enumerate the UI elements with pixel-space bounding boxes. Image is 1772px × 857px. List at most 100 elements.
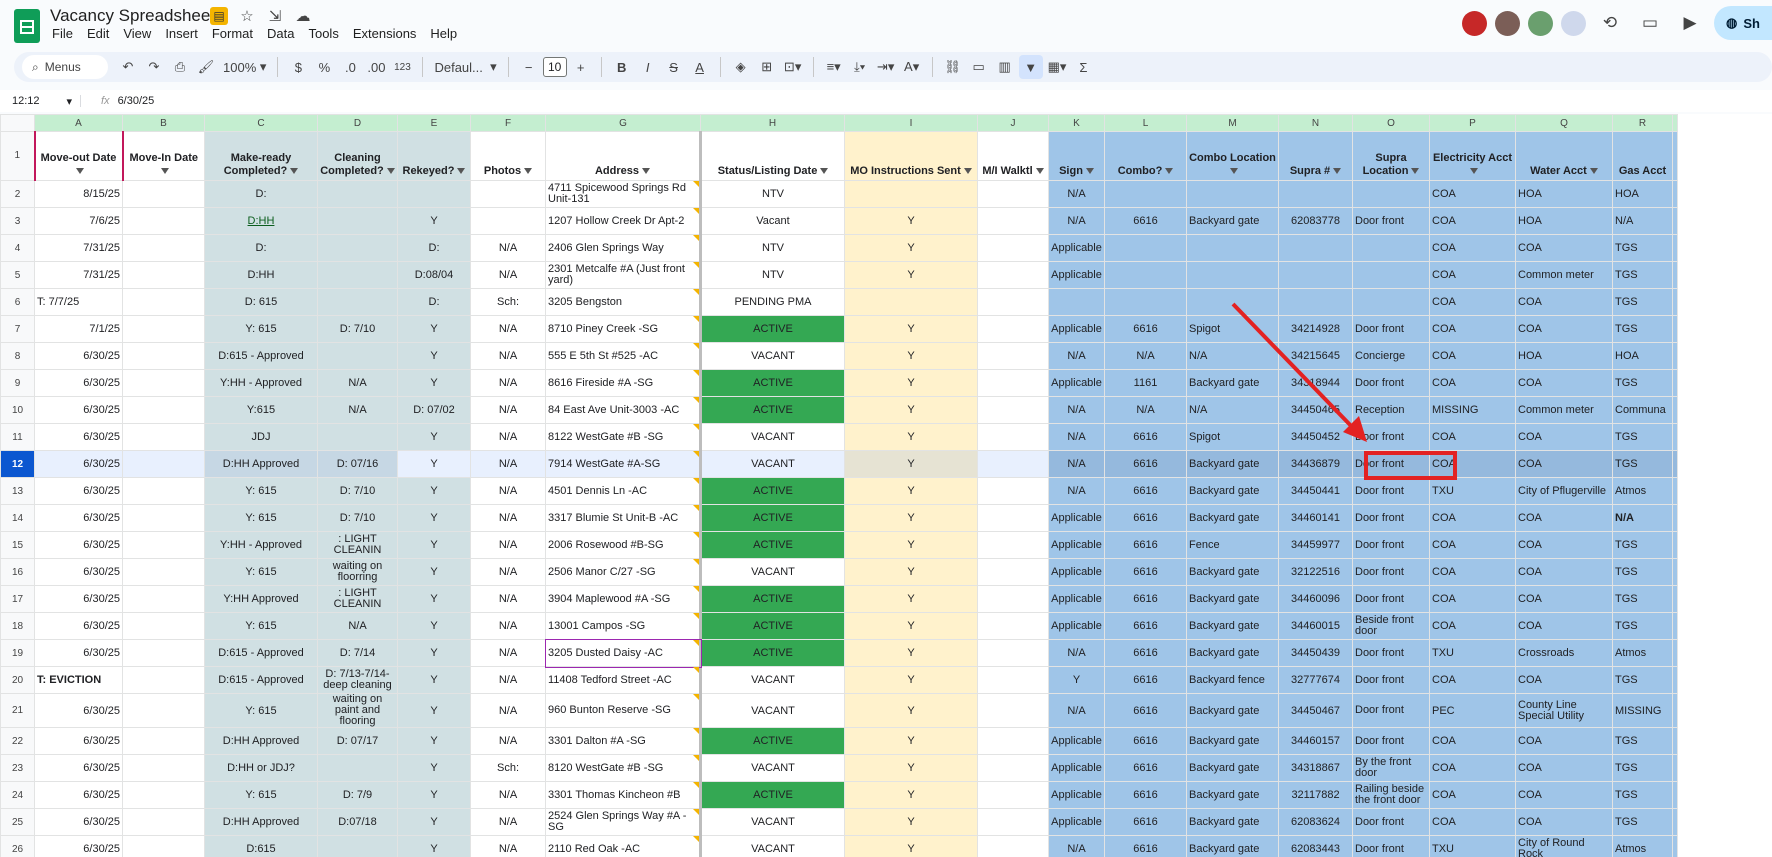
cell-p[interactable]: PEC — [1429, 693, 1516, 728]
insert-link-icon[interactable]: ⛓ — [941, 55, 965, 79]
cell-c[interactable]: Y: 615 — [204, 315, 318, 343]
cell-e[interactable]: Y — [397, 639, 471, 667]
cell-p[interactable]: COA — [1429, 423, 1516, 451]
cell-b[interactable] — [122, 727, 205, 755]
cell-h[interactable]: Vacant — [699, 207, 845, 235]
cell-p[interactable]: COA — [1429, 781, 1516, 809]
cell-o[interactable]: Door front — [1352, 207, 1430, 235]
vertical-align-icon[interactable]: ⤓▾ — [848, 55, 872, 79]
cell-b[interactable] — [122, 450, 205, 478]
cell-q[interactable]: COA — [1515, 531, 1613, 559]
cell-l[interactable]: 6616 — [1104, 207, 1187, 235]
cell-q[interactable]: Crossroads — [1515, 639, 1613, 667]
cell-l[interactable] — [1104, 288, 1187, 316]
percent-button[interactable]: % — [312, 55, 336, 79]
cell-m[interactable]: Backyard gate — [1186, 727, 1279, 755]
cell-overflow[interactable] — [1672, 808, 1678, 836]
cell-overflow[interactable] — [1672, 207, 1678, 235]
row-number[interactable]: 5 — [0, 261, 35, 289]
cell-j[interactable] — [977, 477, 1049, 505]
filter-icon[interactable] — [963, 168, 972, 175]
cell-h[interactable]: ACTIVE — [699, 315, 845, 343]
cell-k[interactable]: N/A — [1048, 477, 1105, 505]
cell-e[interactable]: Y — [397, 423, 471, 451]
row-number[interactable]: 4 — [0, 234, 35, 262]
cell-h[interactable]: VACANT — [699, 808, 845, 836]
cell-a[interactable]: 6/30/25 — [34, 477, 123, 505]
cell-i[interactable] — [844, 288, 978, 316]
cell-l[interactable]: 6616 — [1104, 835, 1187, 857]
cell-g[interactable]: 3904 Maplewood #A -SG — [545, 585, 701, 613]
header-cell[interactable]: Make-ready Completed? — [204, 131, 318, 181]
cell-c[interactable]: D:HH Approved — [204, 808, 318, 836]
cell-c[interactable]: D:615 - Approved — [204, 666, 318, 694]
menu-file[interactable]: File — [52, 26, 73, 41]
undo-icon[interactable]: ↶ — [116, 55, 140, 79]
cell-i[interactable]: Y — [844, 781, 978, 809]
cell-l[interactable]: 6616 — [1104, 808, 1187, 836]
cell-n[interactable]: 62083443 — [1278, 835, 1353, 857]
cell-c[interactable]: Y: 615 — [204, 477, 318, 505]
cell-q[interactable]: HOA — [1515, 207, 1613, 235]
decrease-decimal-button[interactable]: .0 — [338, 55, 362, 79]
cell-k[interactable]: N/A — [1048, 835, 1105, 857]
cell-e[interactable]: Y — [397, 585, 471, 613]
header-cell[interactable]: MO Instructions Sent — [844, 131, 978, 181]
cell-r[interactable]: TGS — [1612, 450, 1673, 478]
cell-n[interactable]: 62083624 — [1278, 808, 1353, 836]
cell-a[interactable]: 6/30/25 — [34, 693, 123, 728]
avatar[interactable] — [1561, 10, 1586, 36]
cell-r[interactable]: Atmos — [1612, 835, 1673, 857]
cell-h[interactable]: VACANT — [699, 342, 845, 370]
column-header[interactable]: I — [844, 114, 978, 132]
filter-views-icon[interactable]: ▦▾ — [1045, 55, 1070, 79]
avatar[interactable] — [1462, 10, 1487, 36]
cell-l[interactable]: 6616 — [1104, 727, 1187, 755]
cell-l[interactable]: 6616 — [1104, 585, 1187, 613]
cell-m[interactable]: Backyard gate — [1186, 835, 1279, 857]
share-button[interactable]: ◍ Sh — [1714, 6, 1772, 40]
column-header[interactable]: L — [1104, 114, 1187, 132]
cell-f[interactable]: N/A — [470, 666, 546, 694]
filter-icon[interactable] — [1165, 168, 1174, 175]
cell-f[interactable]: N/A — [470, 835, 546, 857]
font-select[interactable]: Defaul... ▾ — [431, 55, 499, 79]
cell-o[interactable]: Door front — [1352, 477, 1430, 505]
cell-q[interactable]: COA — [1515, 369, 1613, 397]
cell-b[interactable] — [122, 558, 205, 586]
cell-l[interactable]: 6616 — [1104, 504, 1187, 532]
column-header[interactable]: N — [1278, 114, 1353, 132]
cell-p[interactable]: COA — [1429, 369, 1516, 397]
cell-j[interactable] — [977, 558, 1049, 586]
cell-e[interactable]: Y — [397, 693, 471, 728]
cell-a[interactable]: 6/30/25 — [34, 639, 123, 667]
cell-f[interactable]: N/A — [470, 639, 546, 667]
cell-i[interactable]: Y — [844, 315, 978, 343]
cell-f[interactable]: Sch: — [470, 754, 546, 782]
cell-e[interactable]: D: — [397, 234, 471, 262]
column-header[interactable]: J — [977, 114, 1049, 132]
cell-i[interactable]: Y — [844, 666, 978, 694]
cell-f[interactable] — [470, 207, 546, 235]
row-number[interactable]: 11 — [0, 423, 35, 451]
cell-i[interactable]: Y — [844, 234, 978, 262]
cell-a[interactable]: T: 7/7/25 — [34, 288, 123, 316]
cell-m[interactable]: Backyard gate — [1186, 808, 1279, 836]
cell-c[interactable]: D:HH Approved — [204, 450, 318, 478]
cell-overflow[interactable] — [1672, 450, 1678, 478]
cell-g[interactable]: 7914 WestGate #A-SG — [545, 450, 701, 478]
cell-o[interactable]: Door front — [1352, 558, 1430, 586]
cell-b[interactable] — [122, 808, 205, 836]
cell-q[interactable]: COA — [1515, 423, 1613, 451]
cell-k[interactable]: Applicable — [1048, 558, 1105, 586]
cell-b[interactable] — [122, 288, 205, 316]
cell-e[interactable]: Y — [397, 612, 471, 640]
cell-e[interactable]: Y — [397, 450, 471, 478]
cell-overflow[interactable] — [1672, 369, 1678, 397]
name-box[interactable]: 12:12 ▾ — [0, 95, 80, 108]
cell-b[interactable] — [122, 207, 205, 235]
cell-j[interactable] — [977, 450, 1049, 478]
font-size-decrease-icon[interactable]: − — [517, 55, 541, 79]
menu-edit[interactable]: Edit — [87, 26, 109, 41]
cell-r[interactable]: TGS — [1612, 727, 1673, 755]
